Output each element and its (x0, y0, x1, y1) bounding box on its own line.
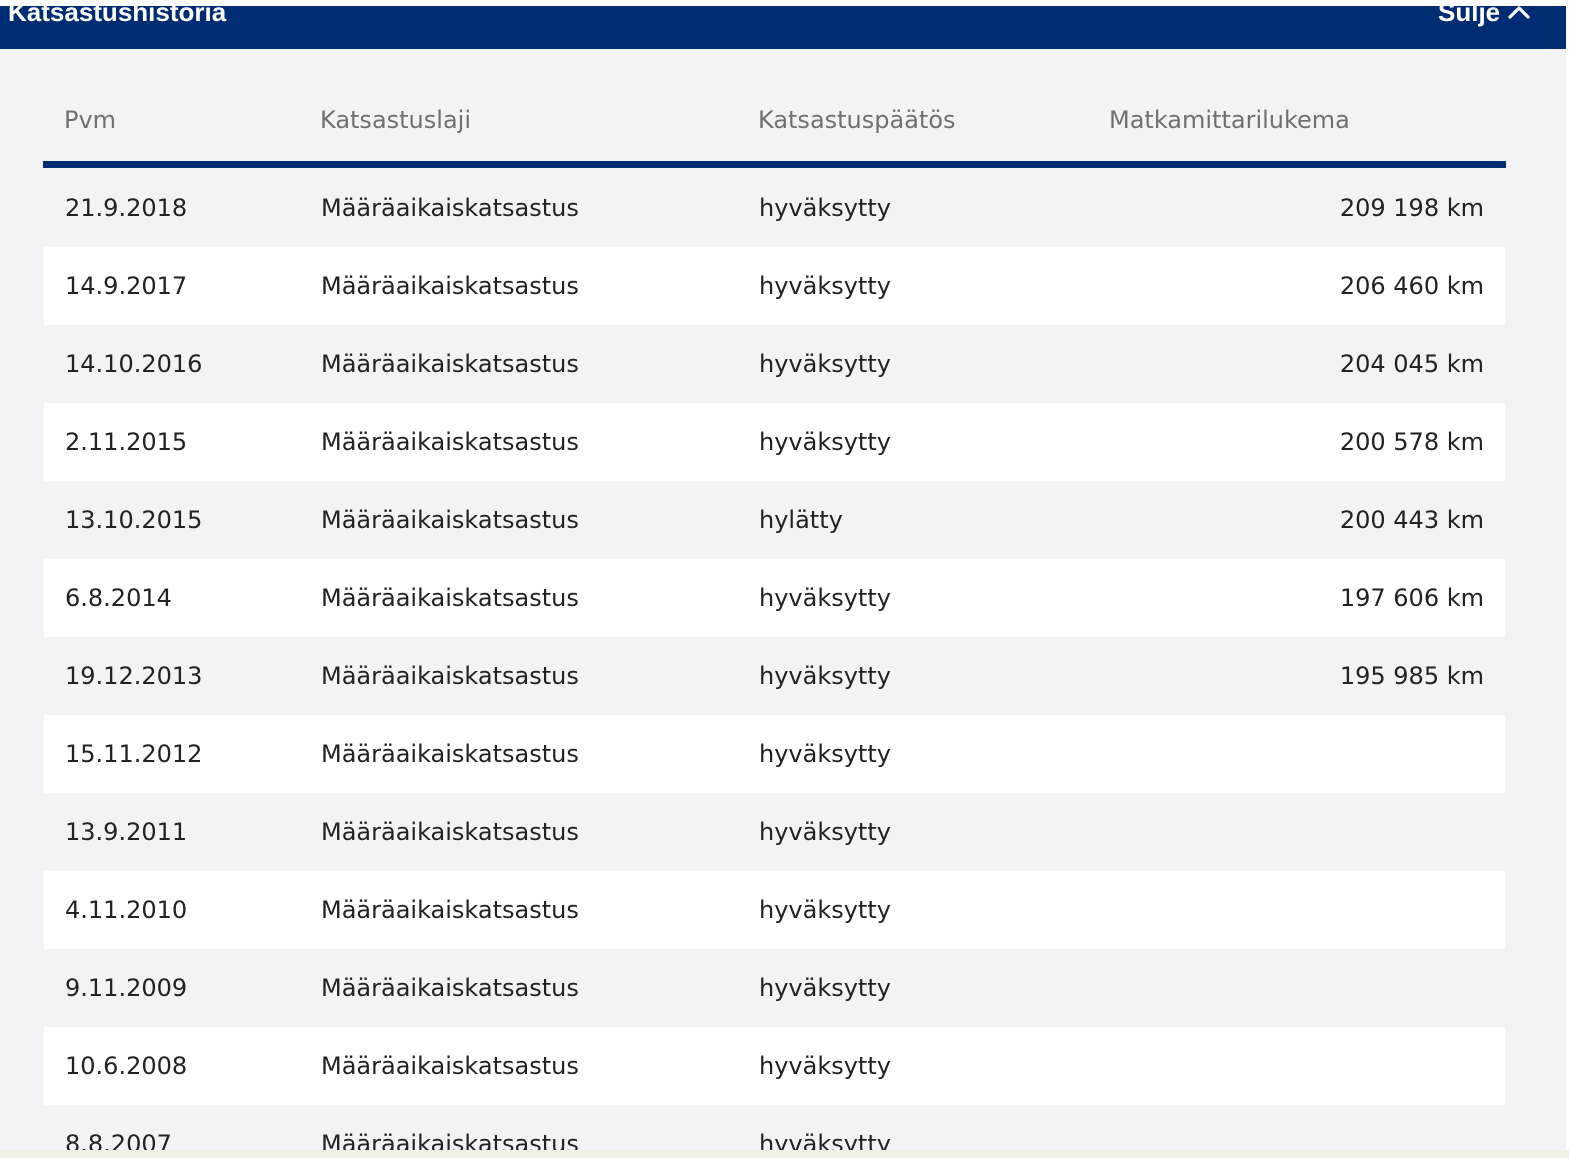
cell-inspection-type: Määräaikaiskatsastus (321, 506, 579, 534)
table-row: 8.8.2007 Määräaikaiskatsastus hyväksytty (44, 1105, 1505, 1150)
cell-inspection-type: Määräaikaiskatsastus (321, 584, 579, 612)
cell-date: 9.11.2009 (65, 974, 188, 1002)
cell-inspection-type: Määräaikaiskatsastus (321, 1052, 579, 1080)
cell-date: 14.9.2017 (65, 272, 188, 300)
table-row: 10.6.2008 Määräaikaiskatsastus hyväksytty (44, 1027, 1505, 1105)
cell-inspection-type: Määräaikaiskatsastus (321, 194, 579, 222)
cell-odometer: 197 606 km (1339, 584, 1484, 612)
column-header-odometer: Matkamittarilukema (1109, 106, 1350, 134)
cell-date: 14.10.2016 (65, 350, 203, 378)
table-body: 21.9.2018 Määräaikaiskatsastus hyväksytty 2… (44, 169, 1505, 1150)
table-row: 13.10.2015 Määräaikaiskatsastus hylätty 200… (44, 481, 1505, 559)
cell-date: 10.6.2008 (65, 1052, 188, 1080)
cell-date: 19.12.2013 (65, 662, 203, 690)
table-row: 14.10.2016 Määräaikaiskatsastus hyväksytty… (44, 325, 1505, 403)
cell-inspection-result: hyväksytty (759, 818, 891, 846)
cell-inspection-result: hyväksytty (759, 1130, 891, 1150)
section-title: Katsastushistoria (8, 6, 227, 27)
header-divider (43, 161, 1506, 168)
cell-inspection-result: hyväksytty (759, 428, 891, 456)
bottom-edge (0, 1150, 1569, 1158)
table-row: 21.9.2018 Määräaikaiskatsastus hyväksytty 2… (44, 169, 1505, 247)
cell-inspection-type: Määräaikaiskatsastus (321, 974, 579, 1002)
section-header: Katsastushistoria Sulje (0, 6, 1566, 49)
cell-inspection-type: Määräaikaiskatsastus (321, 272, 579, 300)
cell-inspection-result: hyväksytty (759, 350, 891, 378)
table-row: 19.12.2013 Määräaikaiskatsastus hyväksytty… (44, 637, 1505, 715)
cell-date: 2.11.2015 (65, 428, 188, 456)
cell-inspection-result: hyväksytty (759, 974, 891, 1002)
cell-odometer: 195 985 km (1339, 662, 1484, 690)
cell-inspection-result: hyväksytty (759, 272, 891, 300)
cell-date: 21.9.2018 (65, 194, 188, 222)
cell-date: 6.8.2014 (65, 584, 172, 612)
column-header-result: Katsastuspäätös (758, 106, 956, 134)
cell-date: 8.8.2007 (65, 1130, 172, 1150)
cell-odometer: 200 578 km (1339, 428, 1484, 456)
cell-date: 4.11.2010 (65, 896, 188, 924)
cell-odometer: 206 460 km (1339, 272, 1484, 300)
cell-inspection-result: hyväksytty (759, 896, 891, 924)
cell-odometer: 209 198 km (1339, 194, 1484, 222)
cell-inspection-type: Määräaikaiskatsastus (321, 662, 579, 690)
cell-inspection-type: Määräaikaiskatsastus (321, 428, 579, 456)
cell-inspection-type: Määräaikaiskatsastus (321, 896, 579, 924)
cell-inspection-result: hyväksytty (759, 1052, 891, 1080)
cell-inspection-result: hyväksytty (759, 740, 891, 768)
cell-inspection-result: hylätty (759, 506, 843, 534)
table-row: 9.11.2009 Määräaikaiskatsastus hyväksytty (44, 949, 1505, 1027)
table-row: 15.11.2012 Määräaikaiskatsastus hyväksytty (44, 715, 1505, 793)
cell-date: 13.9.2011 (65, 818, 188, 846)
cell-inspection-result: hyväksytty (759, 662, 891, 690)
cell-inspection-type: Määräaikaiskatsastus (321, 818, 579, 846)
chevron-up-icon (1508, 6, 1530, 19)
cell-inspection-type: Määräaikaiskatsastus (321, 1130, 579, 1150)
table-row: 14.9.2017 Määräaikaiskatsastus hyväksytty 2… (44, 247, 1505, 325)
inspection-history-panel: Pvm Katsastuslaji Katsastuspäätös Matkam… (0, 49, 1566, 1150)
column-header-date: Pvm (64, 106, 117, 134)
cell-date: 15.11.2012 (65, 740, 203, 768)
close-label: Sulje (1438, 6, 1501, 27)
cell-odometer: 200 443 km (1339, 506, 1484, 534)
table-row: 4.11.2010 Määräaikaiskatsastus hyväksytty (44, 871, 1505, 949)
cell-odometer: 204 045 km (1339, 350, 1484, 378)
close-button[interactable]: Sulje (1438, 6, 1530, 32)
cell-inspection-type: Määräaikaiskatsastus (321, 740, 579, 768)
table-row: 6.8.2014 Määräaikaiskatsastus hyväksytty 19… (44, 559, 1505, 637)
cell-inspection-result: hyväksytty (759, 584, 891, 612)
table-row: 2.11.2015 Määräaikaiskatsastus hyväksytty 2… (44, 403, 1505, 481)
cell-inspection-result: hyväksytty (759, 194, 891, 222)
table-row: 13.9.2011 Määräaikaiskatsastus hyväksytty (44, 793, 1505, 871)
cell-date: 13.10.2015 (65, 506, 203, 534)
cell-inspection-type: Määräaikaiskatsastus (321, 350, 579, 378)
column-header-type: Katsastuslaji (320, 106, 471, 134)
